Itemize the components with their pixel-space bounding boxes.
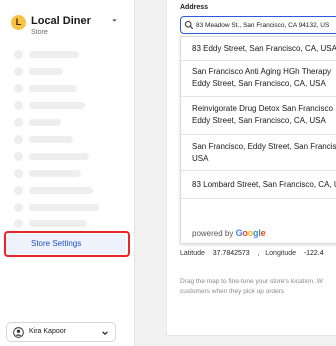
store-switcher[interactable]: L Local Diner Store <box>11 14 121 40</box>
chevron-down-icon <box>112 19 117 22</box>
address-input[interactable] <box>196 17 336 33</box>
sidebar: L Local Diner Store Store Settings Kira … <box>0 0 135 346</box>
powered-by-google: powered by Google <box>192 228 266 238</box>
user-avatar-icon <box>13 327 24 338</box>
suggestion-item[interactable]: Reinvigorate Drug Detox San Francisco Ed… <box>181 97 336 135</box>
latitude-label: Latitude <box>180 250 205 257</box>
suggestion-item[interactable]: 83 Lombard Street, San Francisco, CA, US… <box>181 171 336 199</box>
store-name: Local Diner <box>31 15 91 27</box>
store-logo: L <box>11 15 26 30</box>
highlight-outline <box>4 231 130 257</box>
chevron-down-icon <box>102 331 108 336</box>
longitude-label: Longitude <box>265 250 297 257</box>
store-type: Store <box>31 29 48 36</box>
coordinates-readout: Latitude 37.7842573 , Longitude -122.4 <box>180 250 324 257</box>
google-logo: Google <box>235 228 266 238</box>
suggestion-item[interactable]: 83 Eddy Street, San Francisco, CA, USA <box>181 37 336 61</box>
search-icon <box>184 20 194 30</box>
user-name: Kira Kapoor <box>29 328 66 335</box>
suggestion-item[interactable]: San Francisco Anti Aging HGh Therapy Edd… <box>181 61 336 97</box>
store-settings-panel: Address 83 Eddy Street, San Francisco, C… <box>166 0 336 336</box>
longitude-value: -122.4 <box>303 250 324 257</box>
address-field[interactable] <box>180 16 336 34</box>
coord-separator: , <box>257 250 260 257</box>
user-menu-button[interactable]: Kira Kapoor <box>6 322 116 342</box>
map-help-text: Drag the map to fine-tune your store's l… <box>180 278 323 295</box>
address-suggestions-dropdown: 83 Eddy Street, San Francisco, CA, USA S… <box>180 36 336 244</box>
latitude-value: 37.7842573 <box>212 250 250 257</box>
address-label: Address <box>180 4 209 11</box>
suggestion-item[interactable]: San Francisco, Eddy Street, San Francisc… <box>181 135 336 171</box>
